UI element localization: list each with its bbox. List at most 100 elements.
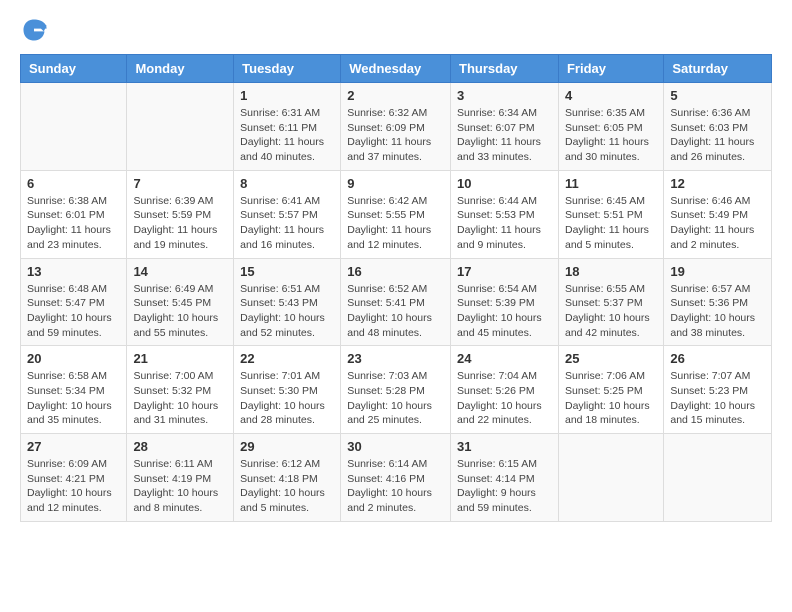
calendar-cell: 1 Sunrise: 6:31 AM Sunset: 6:11 PM Daylig…	[234, 83, 341, 171]
calendar-week-1: 1 Sunrise: 6:31 AM Sunset: 6:11 PM Daylig…	[21, 83, 772, 171]
day-number: 24	[457, 351, 552, 366]
day-number: 4	[565, 88, 657, 103]
calendar-cell: 5 Sunrise: 6:36 AM Sunset: 6:03 PM Daylig…	[664, 83, 772, 171]
day-info: Sunrise: 6:31 AM Sunset: 6:11 PM Dayligh…	[240, 106, 334, 165]
day-number: 20	[27, 351, 120, 366]
day-info: Sunrise: 7:01 AM Sunset: 5:30 PM Dayligh…	[240, 369, 334, 428]
calendar-cell: 6 Sunrise: 6:38 AM Sunset: 6:01 PM Daylig…	[21, 170, 127, 258]
day-info: Sunrise: 6:48 AM Sunset: 5:47 PM Dayligh…	[27, 282, 120, 341]
day-number: 27	[27, 439, 120, 454]
header-friday: Friday	[558, 55, 663, 83]
calendar-week-2: 6 Sunrise: 6:38 AM Sunset: 6:01 PM Daylig…	[21, 170, 772, 258]
day-number: 22	[240, 351, 334, 366]
day-info: Sunrise: 6:38 AM Sunset: 6:01 PM Dayligh…	[27, 194, 120, 253]
calendar-wrapper: Sunday Monday Tuesday Wednesday Thursday…	[0, 54, 792, 532]
day-info: Sunrise: 6:54 AM Sunset: 5:39 PM Dayligh…	[457, 282, 552, 341]
day-number: 8	[240, 176, 334, 191]
day-number: 13	[27, 264, 120, 279]
header-thursday: Thursday	[451, 55, 559, 83]
day-number: 17	[457, 264, 552, 279]
header-sunday: Sunday	[21, 55, 127, 83]
calendar-cell: 22 Sunrise: 7:01 AM Sunset: 5:30 PM Dayli…	[234, 346, 341, 434]
day-number: 14	[133, 264, 227, 279]
calendar-cell	[127, 83, 234, 171]
day-number: 21	[133, 351, 227, 366]
day-info: Sunrise: 6:11 AM Sunset: 4:19 PM Dayligh…	[133, 457, 227, 516]
calendar-body: 1 Sunrise: 6:31 AM Sunset: 6:11 PM Daylig…	[21, 83, 772, 522]
calendar-cell: 2 Sunrise: 6:32 AM Sunset: 6:09 PM Daylig…	[341, 83, 451, 171]
calendar-cell: 25 Sunrise: 7:06 AM Sunset: 5:25 PM Dayli…	[558, 346, 663, 434]
day-number: 19	[670, 264, 765, 279]
header-monday: Monday	[127, 55, 234, 83]
calendar-cell: 8 Sunrise: 6:41 AM Sunset: 5:57 PM Daylig…	[234, 170, 341, 258]
day-number: 1	[240, 88, 334, 103]
day-info: Sunrise: 6:14 AM Sunset: 4:16 PM Dayligh…	[347, 457, 444, 516]
day-number: 26	[670, 351, 765, 366]
header-wednesday: Wednesday	[341, 55, 451, 83]
day-info: Sunrise: 6:41 AM Sunset: 5:57 PM Dayligh…	[240, 194, 334, 253]
day-info: Sunrise: 7:06 AM Sunset: 5:25 PM Dayligh…	[565, 369, 657, 428]
calendar-header: Sunday Monday Tuesday Wednesday Thursday…	[21, 55, 772, 83]
calendar-week-4: 20Sunrise: 6:58 AM Sunset: 5:34 PM Dayli…	[21, 346, 772, 434]
day-info: Sunrise: 6:09 AM Sunset: 4:21 PM Dayligh…	[27, 457, 120, 516]
day-number: 10	[457, 176, 552, 191]
day-info: Sunrise: 6:55 AM Sunset: 5:37 PM Dayligh…	[565, 282, 657, 341]
day-info: Sunrise: 6:12 AM Sunset: 4:18 PM Dayligh…	[240, 457, 334, 516]
day-info: Sunrise: 6:35 AM Sunset: 6:05 PM Dayligh…	[565, 106, 657, 165]
calendar-cell: 29Sunrise: 6:12 AM Sunset: 4:18 PM Dayli…	[234, 434, 341, 522]
day-info: Sunrise: 6:32 AM Sunset: 6:09 PM Dayligh…	[347, 106, 444, 165]
calendar-week-5: 27 Sunrise: 6:09 AM Sunset: 4:21 PM Dayli…	[21, 434, 772, 522]
header-saturday: Saturday	[664, 55, 772, 83]
day-info: Sunrise: 6:45 AM Sunset: 5:51 PM Dayligh…	[565, 194, 657, 253]
day-number: 2	[347, 88, 444, 103]
day-number: 9	[347, 176, 444, 191]
header-row: Sunday Monday Tuesday Wednesday Thursday…	[21, 55, 772, 83]
calendar-cell: 31 Sunrise: 6:15 AM Sunset: 4:14 PM Dayli…	[451, 434, 559, 522]
page-header	[0, 0, 792, 54]
day-info: Sunrise: 6:51 AM Sunset: 5:43 PM Dayligh…	[240, 282, 334, 341]
calendar-cell	[558, 434, 663, 522]
calendar-cell: 21Sunrise: 7:00 AM Sunset: 5:32 PM Dayli…	[127, 346, 234, 434]
day-info: Sunrise: 6:49 AM Sunset: 5:45 PM Dayligh…	[133, 282, 227, 341]
calendar-cell: 10Sunrise: 6:44 AM Sunset: 5:53 PM Dayli…	[451, 170, 559, 258]
header-tuesday: Tuesday	[234, 55, 341, 83]
day-info: Sunrise: 6:36 AM Sunset: 6:03 PM Dayligh…	[670, 106, 765, 165]
calendar-cell: 27 Sunrise: 6:09 AM Sunset: 4:21 PM Dayli…	[21, 434, 127, 522]
day-number: 7	[133, 176, 227, 191]
day-info: Sunrise: 6:42 AM Sunset: 5:55 PM Dayligh…	[347, 194, 444, 253]
calendar-cell: 24 Sunrise: 7:04 AM Sunset: 5:26 PM Dayli…	[451, 346, 559, 434]
calendar-cell: 12Sunrise: 6:46 AM Sunset: 5:49 PM Dayli…	[664, 170, 772, 258]
calendar-cell: 7 Sunrise: 6:39 AM Sunset: 5:59 PM Daylig…	[127, 170, 234, 258]
day-info: Sunrise: 6:15 AM Sunset: 4:14 PM Dayligh…	[457, 457, 552, 516]
calendar-cell: 16Sunrise: 6:52 AM Sunset: 5:41 PM Dayli…	[341, 258, 451, 346]
calendar-cell: 26 Sunrise: 7:07 AM Sunset: 5:23 PM Dayli…	[664, 346, 772, 434]
day-number: 16	[347, 264, 444, 279]
day-number: 25	[565, 351, 657, 366]
calendar-cell	[664, 434, 772, 522]
day-info: Sunrise: 6:46 AM Sunset: 5:49 PM Dayligh…	[670, 194, 765, 253]
calendar-cell: 23Sunrise: 7:03 AM Sunset: 5:28 PM Dayli…	[341, 346, 451, 434]
day-number: 31	[457, 439, 552, 454]
calendar-cell: 13 Sunrise: 6:48 AM Sunset: 5:47 PM Dayli…	[21, 258, 127, 346]
day-info: Sunrise: 7:04 AM Sunset: 5:26 PM Dayligh…	[457, 369, 552, 428]
day-number: 23	[347, 351, 444, 366]
calendar-cell: 18 Sunrise: 6:55 AM Sunset: 5:37 PM Dayli…	[558, 258, 663, 346]
day-info: Sunrise: 6:34 AM Sunset: 6:07 PM Dayligh…	[457, 106, 552, 165]
calendar-cell: 28Sunrise: 6:11 AM Sunset: 4:19 PM Dayli…	[127, 434, 234, 522]
calendar-cell: 15Sunrise: 6:51 AM Sunset: 5:43 PM Dayli…	[234, 258, 341, 346]
calendar-week-3: 13 Sunrise: 6:48 AM Sunset: 5:47 PM Dayli…	[21, 258, 772, 346]
logo	[20, 16, 52, 44]
day-number: 6	[27, 176, 120, 191]
day-number: 5	[670, 88, 765, 103]
day-info: Sunrise: 7:07 AM Sunset: 5:23 PM Dayligh…	[670, 369, 765, 428]
calendar-cell: 30 Sunrise: 6:14 AM Sunset: 4:16 PM Dayli…	[341, 434, 451, 522]
day-info: Sunrise: 6:57 AM Sunset: 5:36 PM Dayligh…	[670, 282, 765, 341]
calendar-table: Sunday Monday Tuesday Wednesday Thursday…	[20, 54, 772, 522]
day-number: 11	[565, 176, 657, 191]
day-number: 18	[565, 264, 657, 279]
day-info: Sunrise: 6:39 AM Sunset: 5:59 PM Dayligh…	[133, 194, 227, 253]
day-number: 30	[347, 439, 444, 454]
calendar-cell: 9 Sunrise: 6:42 AM Sunset: 5:55 PM Daylig…	[341, 170, 451, 258]
day-number: 3	[457, 88, 552, 103]
calendar-cell: 19 Sunrise: 6:57 AM Sunset: 5:36 PM Dayli…	[664, 258, 772, 346]
